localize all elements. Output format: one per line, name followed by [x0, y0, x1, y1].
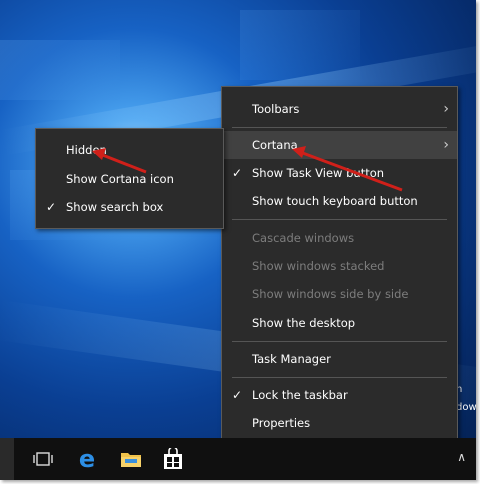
annotation-arrows: [92, 146, 403, 192]
edge-logo-letter: e: [78, 445, 96, 473]
annotation-arrow-cortana: [299, 150, 403, 192]
annotation-arrow-hidden: [99, 152, 147, 174]
desktop: n dow Toolbars › Cortana › ✓ Show Task V…: [0, 0, 476, 480]
start-button-edge[interactable]: [0, 438, 14, 480]
annotation-arrowhead-cortana: [292, 146, 306, 158]
chevron-up-icon[interactable]: ∧: [457, 450, 466, 464]
store-icon[interactable]: [160, 446, 186, 472]
file-explorer-icon[interactable]: [118, 446, 144, 472]
edge-icon[interactable]: e: [74, 446, 100, 472]
taskbar: e ∧: [0, 438, 476, 480]
task-view-icon[interactable]: [30, 446, 56, 472]
annotation-arrowhead-hidden: [92, 148, 106, 160]
